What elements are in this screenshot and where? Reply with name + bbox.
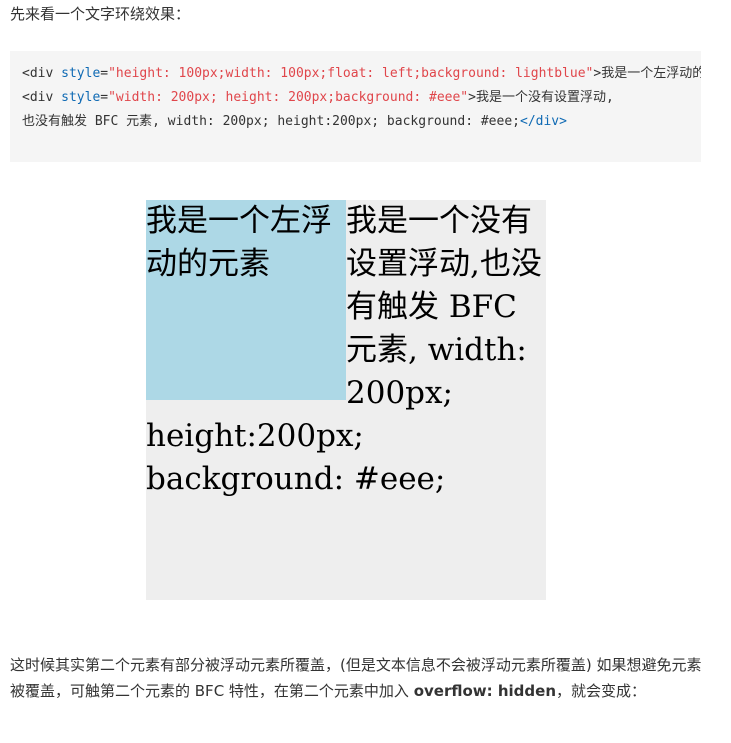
code-tag-name: div <box>29 90 54 105</box>
code-punct: < <box>22 66 30 81</box>
intro-text: 先来看一个文字环绕效果： <box>10 5 191 23</box>
paragraph-bold: overflow: hidden <box>413 682 557 700</box>
code-punct: = <box>100 66 109 81</box>
code-block: <div style="height: 100px;width: 100px;f… <box>10 51 701 162</box>
code-attr-value: "height: 100px;width: 100px;float: left;… <box>108 66 594 81</box>
code-line-1: <div style="height: 100px;width: 100px;f… <box>22 62 701 86</box>
code-punct: < <box>22 90 30 105</box>
code-attr-name: style <box>61 66 101 81</box>
code-attr-value: "width: 200px; height: 200px;background:… <box>108 90 469 105</box>
code-text: 也没有触发 BFC 元素, width: 200px; height:200px… <box>22 114 520 129</box>
code-text: 我是一个没有设置浮动, <box>475 90 614 105</box>
code-content: <div style="height: 100px;width: 100px;f… <box>22 62 701 134</box>
code-punct: = <box>100 90 109 105</box>
demo-box-bfc: 我是一个左浮动的元素 我是一个没有设置浮动,也没有触发 BFC 元素, widt… <box>146 200 546 600</box>
explanation-paragraph: 这时候其实第二个元素有部分被浮动元素所覆盖，(但是文本信息不会被浮动元素所覆盖)… <box>10 652 710 704</box>
code-text: 我是一个左浮动的元素</div> <box>601 66 701 81</box>
code-tag-name: div <box>29 66 54 81</box>
code-line-3: 也没有触发 BFC 元素, width: 200px; height:200px… <box>22 110 701 134</box>
paragraph-text-end: ，就会变成： <box>556 682 647 700</box>
code-end-tag: </div> <box>520 114 567 129</box>
code-attr-name: style <box>61 90 101 105</box>
float-box-left: 我是一个左浮动的元素 <box>146 200 346 400</box>
code-punct: > <box>468 90 476 105</box>
code-line-2: <div style="width: 200px; height: 200px;… <box>22 86 701 110</box>
